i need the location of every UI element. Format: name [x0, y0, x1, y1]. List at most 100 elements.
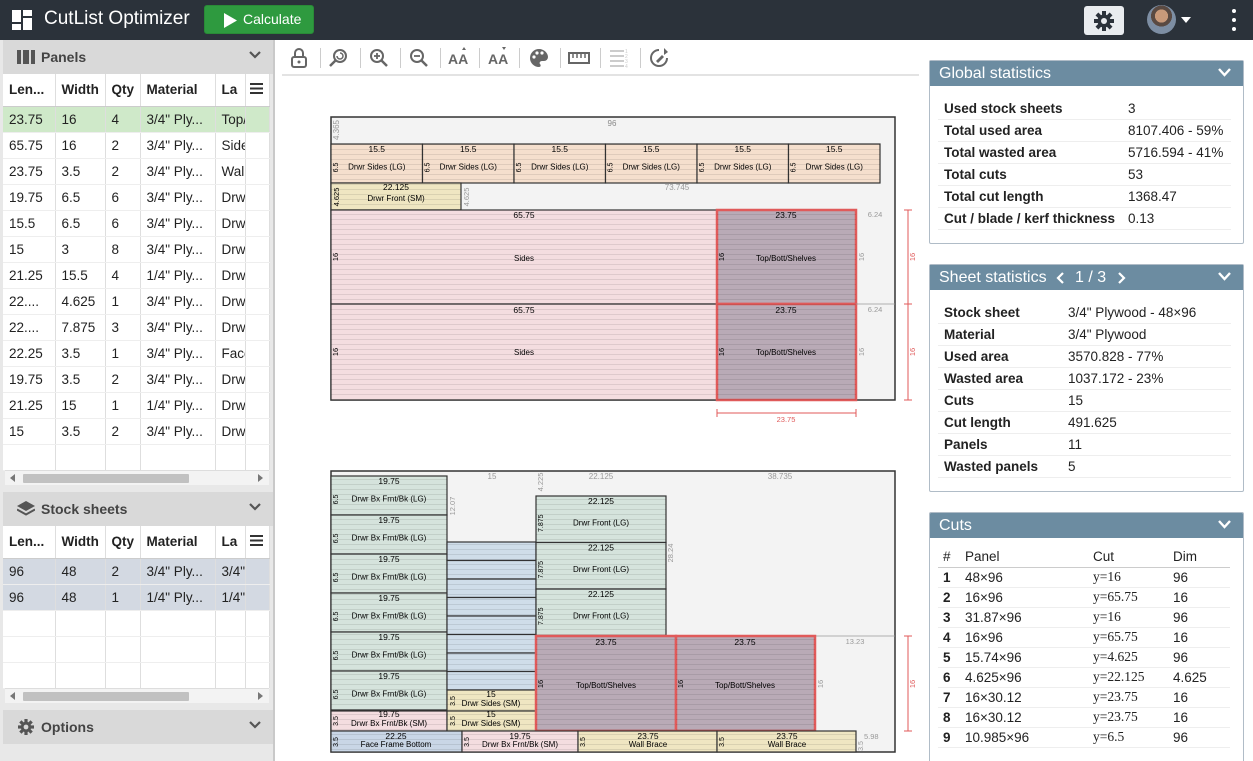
panel-drwr-bx-lg-4[interactable]: 19.75 Drwr Bx Frnt/Bk (LG) 6.5	[330, 592, 448, 633]
panel-drwr-sides-sm-1[interactable]: 15 Drwr Sides (SM) 3.5	[446, 689, 537, 712]
table-row[interactable]: 65.751623/4" Ply...Sides	[3, 132, 270, 159]
column-header-qty[interactable]: Qty	[105, 74, 141, 107]
panel-drwr-sides-lg-1[interactable]: 15.5 Drwr Sides (LG) 6.5	[330, 143, 424, 184]
table-row[interactable]: 964811/4" Ply...1/4" Ply	[3, 584, 270, 611]
panel-drwr-sides-sm-2[interactable]: 15 Drwr Sides (SM) 3.5	[446, 709, 537, 732]
chevron-down-icon[interactable]	[1218, 520, 1231, 529]
table-row[interactable]: 19.753.523/4" Ply...Drwr Bx	[3, 366, 270, 393]
table-row[interactable]: 153.523/4" Ply...Drwr Si.	[3, 418, 270, 445]
panel-drwr-slide-4[interactable]	[446, 596, 537, 617]
chevron-down-icon[interactable]	[1218, 68, 1231, 77]
column-header-width[interactable]: Width	[55, 74, 106, 107]
panel-drwr-front-lg-1[interactable]: 22.125 Drwr Front (LG) 7.875	[535, 495, 667, 544]
cut-row[interactable]: 1 48×96 y=16 96	[938, 567, 1230, 588]
cut-row[interactable]: 8 16×30.12 y=23.75 16	[938, 707, 1230, 728]
panel-top-bott-1[interactable]: 23.75 Top/Bott/Shelves 16	[715, 208, 858, 306]
column-menu-icon[interactable]	[245, 74, 270, 107]
panel-drwr-bx-lg-5[interactable]: 19.75 Drwr Bx Frnt/Bk (LG) 6.5	[330, 631, 448, 672]
chevron-down-icon[interactable]	[249, 51, 261, 59]
table-row[interactable]: 21.251511/4" Ply...Drwr Bc	[3, 392, 270, 419]
panel-drwr-slide-2[interactable]	[446, 559, 537, 580]
panel-wall-brace-2[interactable]: 23.75 Wall Brace 3.5	[716, 730, 857, 753]
cut-row[interactable]: 6 4.625×96 y=22.125 4.625	[938, 667, 1230, 688]
sheet-2[interactable]: 19.75Drwr Bx Frnt/Bk (LG)6.519.75Drwr Bx…	[330, 470, 917, 753]
cut-row[interactable]: 9 10.985×96 y=6.5 96	[938, 727, 1230, 748]
cuts-header[interactable]: Cuts	[930, 513, 1243, 538]
settings-button[interactable]	[1084, 6, 1124, 35]
panel-drwr-sides-lg-3[interactable]: 15.5 Drwr Sides (LG) 6.5	[513, 143, 607, 184]
panels-section-header[interactable]: Panels	[3, 40, 273, 74]
panel-sides-2[interactable]: 65.75 Sides 16	[330, 303, 718, 401]
panel-top-bott-4[interactable]: 23.75 Top/Bott/Shelves 16	[674, 634, 817, 733]
font-decrease-icon[interactable]: AA	[487, 47, 513, 71]
table-row[interactable]: 21.2515.541/4" Ply...Drwr Bc	[3, 262, 270, 289]
panel-sides-1[interactable]: 65.75 Sides 16	[330, 209, 718, 305]
panel-drwr-sides-lg-2[interactable]: 15.5 Drwr Sides (LG) 6.5	[421, 143, 515, 184]
column-header-qty[interactable]: Qty	[105, 526, 141, 559]
zoom-out-icon[interactable]	[408, 47, 434, 71]
panel-drwr-slide-7[interactable]	[446, 652, 537, 673]
panel-drwr-slide-5[interactable]	[446, 615, 537, 636]
panel-top-bott-3[interactable]: 23.75 Top/Bott/Shelves 16	[534, 634, 678, 733]
panel-drwr-sides-lg-4[interactable]: 15.5 Drwr Sides (LG) 6.5	[604, 143, 698, 184]
panel-drwr-slide-1[interactable]	[446, 541, 537, 562]
panel-drwr-sides-lg-5[interactable]: 15.5 Drwr Sides (LG) 6.5	[696, 143, 790, 184]
column-header-length[interactable]: Len...	[3, 526, 56, 559]
cut-row[interactable]: 4 16×96 y=65.75 16	[938, 627, 1230, 648]
sheet-statistics-header[interactable]: Sheet statistics 1 / 3	[930, 265, 1243, 290]
stock-sheets-section-header[interactable]: Stock sheets	[3, 492, 273, 526]
column-header-material[interactable]: Material	[140, 526, 216, 559]
panel-drwr-front-lg-3[interactable]: 22.125 Drwr Front (LG) 7.875	[535, 588, 667, 637]
panel-drwr-bx-lg-6[interactable]: 19.75 Drwr Bx Frnt/Bk (LG) 6.5	[330, 670, 448, 711]
column-menu-icon[interactable]	[245, 526, 270, 559]
panel-face-frame-bottom[interactable]: 22.25 Face Frame Bottom 3.5	[330, 730, 463, 753]
sheet-1[interactable]: 96 4.365 15.5 Drwr Sides (LG) 6.5 15.5 Drwr …	[330, 116, 917, 424]
panel-drwr-bx-lg-1[interactable]: 19.75 Drwr Bx Frnt/Bk (LG) 6.5	[330, 475, 448, 516]
options-section-header[interactable]: Options	[3, 710, 273, 744]
chevron-down-icon[interactable]	[249, 721, 261, 729]
global-statistics-header[interactable]: Global statistics	[930, 61, 1243, 86]
font-increase-icon[interactable]: AA	[447, 47, 473, 71]
panel-drwr-bx-lg-2[interactable]: 19.75 Drwr Bx Frnt/Bk (LG) 6.5	[330, 514, 448, 555]
cut-row[interactable]: 2 16×96 y=65.75 16	[938, 587, 1230, 608]
panel-wall-brace-1[interactable]: 23.75 Wall Brace 3.5	[577, 730, 718, 753]
panel-top-bott-2[interactable]: 23.75 Top/Bott/Shelves 16	[715, 302, 858, 402]
ruler-icon[interactable]	[568, 47, 594, 71]
user-avatar[interactable]	[1147, 5, 1176, 34]
panel-drwr-front-sm[interactable]: 22.125 Drwr Front (SM) 4.625	[330, 182, 462, 211]
table-row[interactable]: 23.751643/4" Ply...Top/Bot	[3, 106, 270, 133]
chevron-down-icon[interactable]	[1181, 17, 1191, 23]
rotate-icon[interactable]	[648, 47, 674, 71]
chevron-left-icon[interactable]	[1056, 272, 1065, 284]
column-header-material[interactable]: Material	[140, 74, 216, 107]
cut-row[interactable]: 3 31.87×96 y=16 96	[938, 607, 1230, 628]
chevron-right-icon[interactable]	[1117, 272, 1126, 284]
stock-horizontal-scrollbar[interactable]	[5, 688, 269, 703]
cut-list-icon[interactable]: 1234	[608, 47, 634, 71]
table-row[interactable]: 964823/4" Ply...3/4" Ply	[3, 558, 270, 585]
cut-row[interactable]: 5 15.74×96 y=4.625 96	[938, 647, 1230, 668]
panel-drwr-slide-8[interactable]	[446, 670, 537, 691]
zoom-reset-icon[interactable]	[328, 47, 354, 71]
panel-drwr-bx-sm[interactable]: 19.75 Drwr Bx Frnt/Bk (SM) 3.5	[330, 709, 448, 732]
column-header-label[interactable]: La	[215, 526, 246, 559]
column-header-width[interactable]: Width	[55, 526, 106, 559]
panel-drwr-front-lg-2[interactable]: 22.125 Drwr Front (LG) 7.875	[535, 541, 667, 590]
panel-drwr-bx-sm-2[interactable]: 19.75 Drwr Bx Frnt/Bk (SM) 3.5	[461, 730, 579, 753]
table-row[interactable]: 15.56.563/4" Ply...Drwr Si.	[3, 210, 270, 237]
more-menu-icon[interactable]	[1232, 9, 1236, 31]
cut-row[interactable]: 7 16×30.12 y=23.75 16	[938, 687, 1230, 708]
table-row[interactable]: 15383/4" Ply...Drwr Sli	[3, 236, 270, 263]
table-row[interactable]: 22....4.62513/4" Ply...Drwr Fr	[3, 288, 270, 315]
table-row[interactable]: 22.253.513/4" Ply...Face Fr	[3, 340, 270, 367]
panel-drwr-slide-3[interactable]	[446, 578, 537, 599]
zoom-in-icon[interactable]	[368, 47, 394, 71]
palette-icon[interactable]	[528, 47, 554, 71]
panels-horizontal-scrollbar[interactable]	[5, 470, 269, 485]
table-row[interactable]: 22....7.87533/4" Ply...Drwr Fr	[3, 314, 270, 341]
column-header-length[interactable]: Len...	[3, 74, 56, 107]
calculate-button[interactable]: Calculate	[204, 5, 314, 34]
panel-drwr-sides-lg-6[interactable]: 15.5 Drwr Sides (LG) 6.5	[787, 143, 881, 184]
panel-drwr-slide-6[interactable]	[446, 633, 537, 654]
chevron-down-icon[interactable]	[249, 503, 261, 511]
